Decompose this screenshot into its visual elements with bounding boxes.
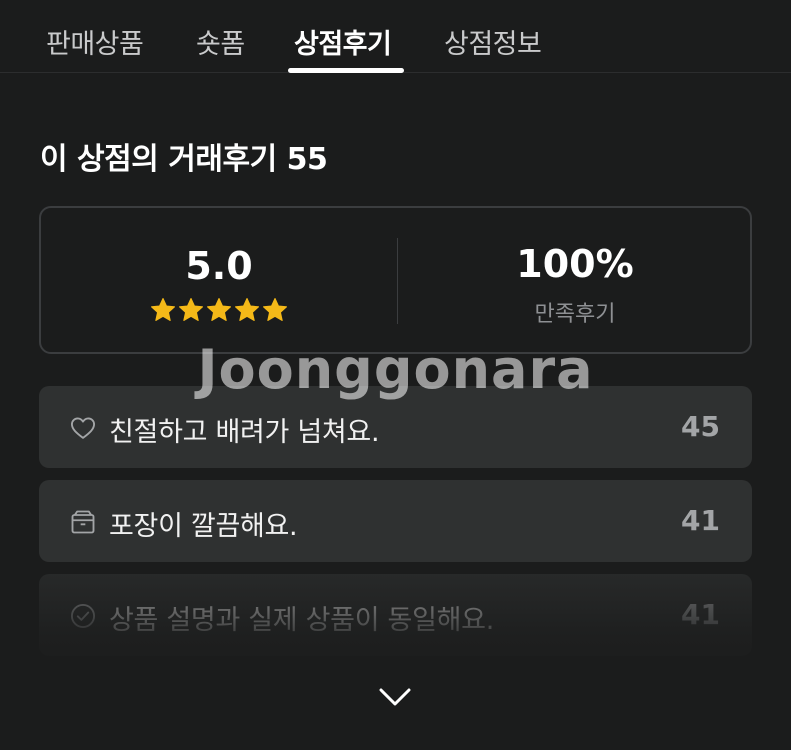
review-tag-label: 포장이 깔끔해요. xyxy=(109,511,298,542)
tab-shortform[interactable]: 숏폼 xyxy=(196,22,245,61)
review-tag-item[interactable]: 친절하고 배려가 넘쳐요. 45 xyxy=(39,386,752,468)
star-rating xyxy=(41,296,397,324)
satisfaction-label: 만족후기 xyxy=(534,302,616,327)
star-icon xyxy=(234,297,260,321)
review-tag-label: 상품 설명과 실제 상품이 동일해요. xyxy=(109,605,494,636)
rating-value: 5.0 xyxy=(185,244,253,288)
tab-store-info[interactable]: 상점정보 xyxy=(444,22,542,61)
heart-icon xyxy=(70,417,96,439)
star-icon xyxy=(206,297,232,321)
review-tag-item[interactable]: 포장이 깔끔해요. 41 xyxy=(39,480,752,562)
section-title: 이 상점의 거래후기 55 xyxy=(40,142,328,177)
active-tab-indicator xyxy=(288,68,404,73)
review-tag-count: 41 xyxy=(681,598,720,631)
chevron-down-icon[interactable] xyxy=(377,684,413,710)
star-icon xyxy=(178,297,204,321)
review-tag-item[interactable]: 상품 설명과 실제 상품이 동일해요. 41 xyxy=(39,574,752,656)
tab-products[interactable]: 판매상품 xyxy=(46,22,144,61)
check-circle-icon xyxy=(70,603,96,629)
review-tag-label: 친절하고 배려가 넘쳐요. xyxy=(109,417,380,448)
tab-bar: 판매상품 숏폼 상점후기 상점정보 xyxy=(0,0,791,73)
box-icon xyxy=(71,510,95,534)
star-icon xyxy=(262,297,288,321)
review-tag-count: 45 xyxy=(681,410,720,443)
tab-store-reviews[interactable]: 상점후기 xyxy=(294,22,392,61)
review-summary-card: 5.0 100% 만족후기 xyxy=(39,206,752,354)
satisfaction-percent: 100% xyxy=(516,242,634,286)
review-tag-count: 41 xyxy=(681,504,720,537)
star-icon xyxy=(150,297,176,321)
